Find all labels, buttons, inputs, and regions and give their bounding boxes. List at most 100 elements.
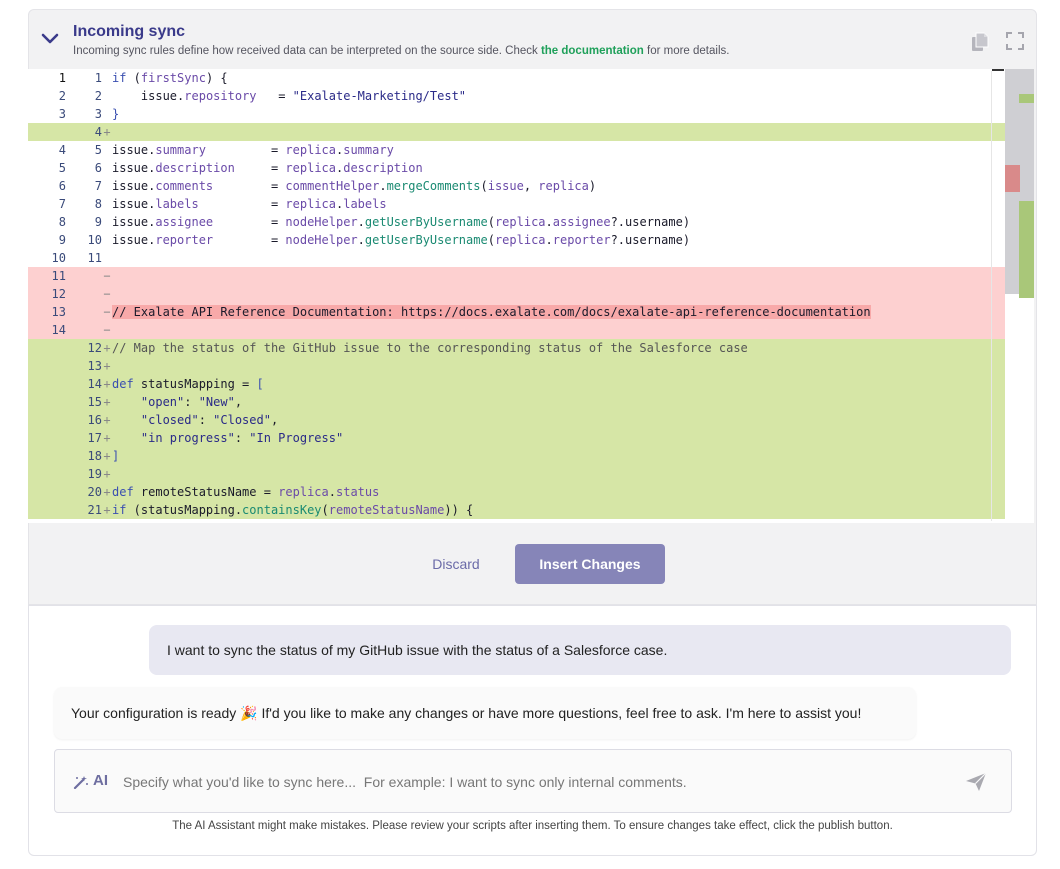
diff-marker: − <box>103 287 111 301</box>
diff-line[interactable]: 8 9 issue.assignee = nodeHelper.getUserByU… <box>28 213 1005 231</box>
code-token: replica <box>285 197 336 211</box>
diff-marker: + <box>103 359 111 373</box>
diff-line-added[interactable]: 17 + "in progress": "In Progress" <box>28 429 1005 447</box>
description-text: Incoming sync rules define how received … <box>73 45 541 57</box>
code-punct: = <box>213 215 286 229</box>
code-punct: . <box>328 485 336 499</box>
diff-line[interactable]: 5 6 issue.description = replica.descriptio… <box>28 159 1005 177</box>
diff-line[interactable]: 1 1 if (firstSync) { <box>28 69 1005 87</box>
code-punct: = <box>234 161 286 175</box>
code-token: replica <box>285 143 336 157</box>
copy-icon[interactable] <box>971 32 989 52</box>
diff-line-removed[interactable]: 11 − <box>28 267 1005 285</box>
code-token: username <box>625 215 683 229</box>
code-line-text: def remoteStatusName = replica.status <box>112 483 379 501</box>
diff-line[interactable]: 4 5 issue.summary = replica.summary <box>28 141 1005 159</box>
code-token: nodeHelper <box>285 215 358 229</box>
code-token: firstSync <box>140 71 206 85</box>
code-token: replica <box>494 215 546 229</box>
party-emoji-icon: 🎉 <box>240 705 258 721</box>
diff-line[interactable]: 10 11 <box>28 249 1005 267</box>
code-diff-editor[interactable]: 1 1 if (firstSync) {2 2 issue.repository = … <box>28 69 1034 523</box>
code-token: )) { <box>444 503 474 517</box>
code-token: status <box>336 485 380 499</box>
diff-line-added[interactable]: 4 + <box>28 123 1005 141</box>
original-line-number: 6 <box>58 179 66 193</box>
prompt-input[interactable] <box>123 770 923 794</box>
insert-changes-button[interactable]: Insert Changes <box>515 544 665 584</box>
modified-line-number: 1 <box>94 71 102 85</box>
original-line-number: 14 <box>51 323 66 337</box>
code-token: getUserByUsername <box>364 233 488 247</box>
modified-line-number: 5 <box>94 143 102 157</box>
code-token: def <box>112 377 134 391</box>
code-token: ( <box>126 71 141 85</box>
modified-line-number: 3 <box>94 107 102 121</box>
diff-line-added[interactable]: 20 + def remoteStatusName = replica.status <box>28 483 1005 501</box>
code-token: = <box>256 89 293 103</box>
code-punct: ( <box>487 215 495 229</box>
code-token: "In Progress" <box>249 431 344 445</box>
code-punct: = <box>213 179 286 193</box>
fullscreen-icon[interactable] <box>1006 32 1024 50</box>
modified-line-number: 17 <box>87 431 102 445</box>
code-punct: ) <box>588 179 597 193</box>
diff-line-added[interactable]: 16 + "closed": "Closed", <box>28 411 1005 429</box>
code-line-text: issue.labels = replica.labels <box>112 195 387 213</box>
code-punct: . <box>379 179 387 193</box>
code-line-text: if (statusMapping.containsKey(remoteStat… <box>112 501 473 519</box>
diff-line-removed[interactable]: 14 − <box>28 321 1005 339</box>
diff-line[interactable]: 6 7 issue.comments = commentHelper.mergeCo… <box>28 177 1005 195</box>
ai-message-text: Your configuration is ready <box>71 705 241 721</box>
code-punct: , <box>234 395 243 409</box>
diff-line[interactable]: 2 2 issue.repository = "Exalate-Marketing… <box>28 87 1005 105</box>
diff-marker: + <box>103 485 111 499</box>
modified-line-number: 20 <box>87 485 102 499</box>
code-token: replica <box>494 233 546 247</box>
code-token: assignee <box>552 215 611 229</box>
diff-line-added[interactable]: 13 + <box>28 357 1005 375</box>
diff-line-added[interactable]: 21 + if (statusMapping.containsKey(remoteS… <box>28 501 1005 519</box>
code-token: issue <box>112 161 149 175</box>
diff-line[interactable]: 7 8 issue.labels = replica.labels <box>28 195 1005 213</box>
modified-line-number: 2 <box>94 89 102 103</box>
diff-line-added[interactable]: 18 +] <box>28 447 1005 465</box>
diff-line-removed[interactable]: 13 −// Exalate API Reference Documentatio… <box>28 303 1005 321</box>
documentation-link[interactable]: the documentation <box>541 45 644 57</box>
original-line-number: 11 <box>51 269 66 283</box>
chevron-down-icon[interactable] <box>40 31 60 47</box>
code-token: issue <box>112 179 149 193</box>
diff-line[interactable]: 9 10 issue.reporter = nodeHelper.getUserBy… <box>28 231 1005 249</box>
code-token: replica <box>278 485 329 499</box>
code-line-text: "closed": "Closed", <box>112 411 278 429</box>
discard-button[interactable]: Discard <box>410 550 502 578</box>
code-punct: = <box>205 143 286 157</box>
modified-line-number: 8 <box>94 197 102 211</box>
diff-marker: + <box>103 395 111 409</box>
code-line-text: def statusMapping = [ <box>112 375 264 393</box>
send-icon[interactable] <box>965 772 987 792</box>
code-token: replica <box>538 179 589 193</box>
diff-line-added[interactable]: 14 + def statusMapping = [ <box>28 375 1005 393</box>
code-token: ] <box>112 449 120 463</box>
diff-line-added[interactable]: 19 + <box>28 465 1005 483</box>
print-margin <box>991 71 992 521</box>
code-token: getUserByUsername <box>364 215 488 229</box>
diff-line-added[interactable]: 12 +// Map the status of the GitHub issue… <box>28 339 1005 357</box>
code-token: description <box>343 161 423 175</box>
code-punct: . <box>357 233 365 247</box>
code-token: remoteStatusName <box>328 503 445 517</box>
diff-line-added[interactable]: 15 + "open": "New", <box>28 393 1005 411</box>
original-line-number: 4 <box>58 143 66 157</box>
code-token: nodeHelper <box>285 233 358 247</box>
diff-line[interactable]: 3 3} <box>28 105 1005 123</box>
original-line-number: 3 <box>58 107 66 121</box>
code-token: "Exalate-Marketing/Test" <box>292 89 467 103</box>
diff-line-removed[interactable]: 12 − <box>28 285 1005 303</box>
code-token: "closed" <box>112 413 199 427</box>
code-area[interactable]: 1 1 if (firstSync) {2 2 issue.repository = … <box>28 69 1005 523</box>
code-line-text: // Map the status of the GitHub issue to… <box>112 339 748 357</box>
code-token: reporter <box>155 233 214 247</box>
diff-marker: − <box>103 269 111 283</box>
code-token: issue <box>112 233 149 247</box>
